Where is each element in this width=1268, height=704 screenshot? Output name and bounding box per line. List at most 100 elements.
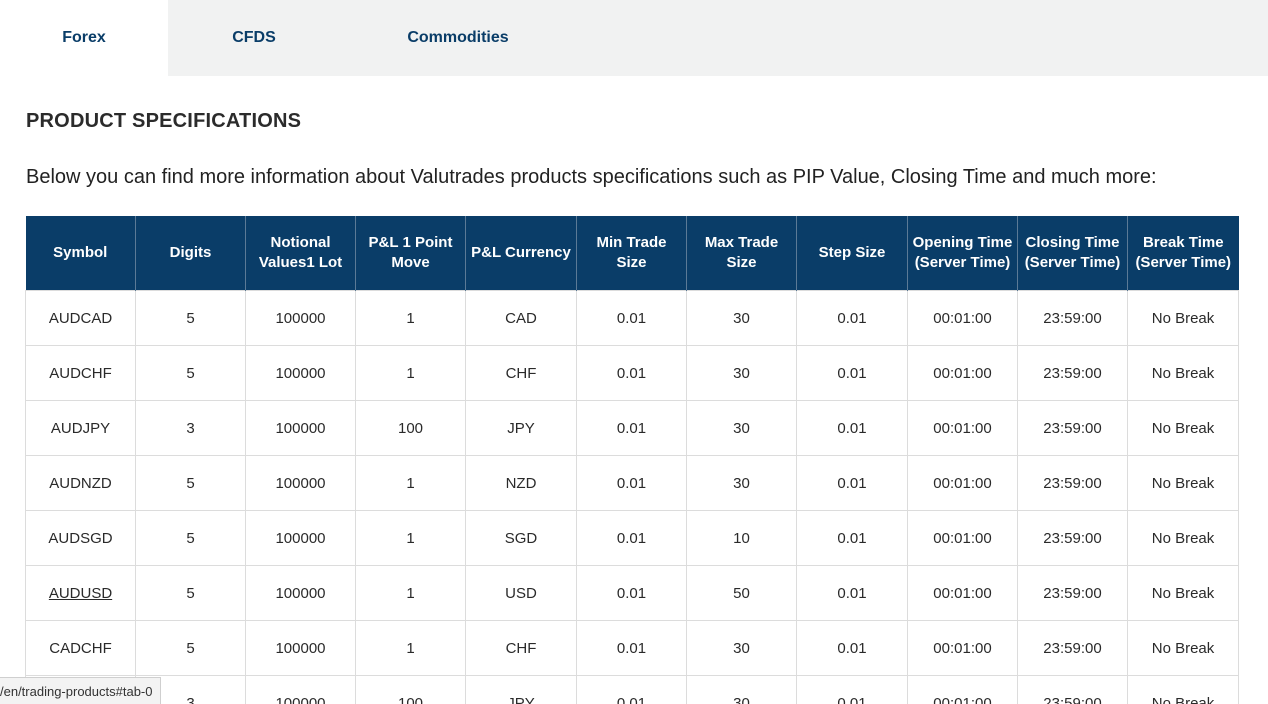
cell-opening-time: 00:01:00 bbox=[907, 400, 1018, 456]
cell-pl-currency: CHF bbox=[465, 345, 577, 401]
cell-notional-value: 100000 bbox=[245, 565, 356, 621]
product-tabs: Forex CFDS Commodities bbox=[0, 0, 1268, 76]
table-row: AUDUSD 5 100000 1 USD 0.01 50 0.01 00:01:00 23:59… bbox=[25, 565, 1239, 621]
header-step-size: Step Size bbox=[796, 216, 908, 291]
cell-closing-time: 23:59:00 bbox=[1017, 620, 1128, 676]
intro-text: Below you can find more information abou… bbox=[26, 166, 1157, 188]
cell-max-trade-size: 10 bbox=[686, 510, 797, 566]
header-digits: Digits bbox=[135, 216, 246, 291]
cell-min-trade-size: 0.01 bbox=[576, 455, 687, 511]
cell-notional-value: 100000 bbox=[245, 510, 356, 566]
cell-break-time: No Break bbox=[1127, 565, 1239, 621]
cell-digits: 5 bbox=[135, 510, 246, 566]
cell-symbol[interactable]: AUDNZD bbox=[25, 455, 136, 511]
cell-pl-currency: JPY bbox=[465, 675, 577, 704]
header-symbol: Symbol bbox=[25, 216, 136, 291]
cell-symbol[interactable]: AUDCAD bbox=[25, 290, 136, 346]
header-min-trade-size: Min Trade Size bbox=[576, 216, 687, 291]
cell-digits: 5 bbox=[135, 565, 246, 621]
cell-step-size: 0.01 bbox=[796, 565, 908, 621]
cell-opening-time: 00:01:00 bbox=[907, 675, 1018, 704]
cell-opening-time: 00:01:00 bbox=[907, 290, 1018, 346]
cell-min-trade-size: 0.01 bbox=[576, 290, 687, 346]
header-closing-time: Closing Time (Server Time) bbox=[1017, 216, 1128, 291]
cell-closing-time: 23:59:00 bbox=[1017, 675, 1128, 704]
cell-min-trade-size: 0.01 bbox=[576, 400, 687, 456]
page-title: PRODUCT SPECIFICATIONS bbox=[26, 110, 302, 132]
cell-min-trade-size: 0.01 bbox=[576, 345, 687, 401]
cell-pl-point-move: 1 bbox=[355, 565, 466, 621]
cell-closing-time: 23:59:00 bbox=[1017, 290, 1128, 346]
tab-forex[interactable]: Forex bbox=[0, 0, 168, 76]
table-row: AUDJPY 3 100000 100 JPY 0.01 30 0.01 00:01:00 23:… bbox=[25, 400, 1239, 456]
cell-closing-time: 23:59:00 bbox=[1017, 345, 1128, 401]
cell-pl-point-move: 100 bbox=[355, 400, 466, 456]
table-row: AUDCAD 5 100000 1 CAD 0.01 30 0.01 00:01:00 23:59… bbox=[25, 290, 1239, 346]
cell-break-time: No Break bbox=[1127, 675, 1239, 704]
cell-step-size: 0.01 bbox=[796, 290, 908, 346]
header-break-time: Break Time (Server Time) bbox=[1127, 216, 1239, 291]
cell-min-trade-size: 0.01 bbox=[576, 510, 687, 566]
cell-min-trade-size: 0.01 bbox=[576, 620, 687, 676]
cell-break-time: No Break bbox=[1127, 455, 1239, 511]
cell-pl-point-move: 1 bbox=[355, 620, 466, 676]
cell-opening-time: 00:01:00 bbox=[907, 510, 1018, 566]
cell-max-trade-size: 50 bbox=[686, 565, 797, 621]
cell-digits: 5 bbox=[135, 345, 246, 401]
cell-max-trade-size: 30 bbox=[686, 620, 797, 676]
tab-cfds[interactable]: CFDS bbox=[168, 0, 340, 76]
cell-digits: 5 bbox=[135, 455, 246, 511]
cell-closing-time: 23:59:00 bbox=[1017, 400, 1128, 456]
cell-pl-currency: CAD bbox=[465, 290, 577, 346]
cell-pl-point-move: 1 bbox=[355, 455, 466, 511]
cell-opening-time: 00:01:00 bbox=[907, 455, 1018, 511]
cell-pl-point-move: 100 bbox=[355, 675, 466, 704]
cell-step-size: 0.01 bbox=[796, 620, 908, 676]
cell-digits: 5 bbox=[135, 620, 246, 676]
status-bar-url: /en/trading-products#tab-0 bbox=[0, 677, 162, 704]
cell-pl-point-move: 1 bbox=[355, 290, 466, 346]
table-row: AUDCHF 5 100000 1 CHF 0.01 30 0.01 00:01:00 23:59… bbox=[25, 345, 1239, 401]
cell-break-time: No Break bbox=[1127, 620, 1239, 676]
cell-symbol[interactable]: AUDUSD bbox=[25, 565, 136, 621]
cell-min-trade-size: 0.01 bbox=[576, 675, 687, 704]
cell-pl-currency: JPY bbox=[465, 400, 577, 456]
cell-pl-currency: SGD bbox=[465, 510, 577, 566]
cell-min-trade-size: 0.01 bbox=[576, 565, 687, 621]
cell-notional-value: 100000 bbox=[245, 290, 356, 346]
cell-digits: 3 bbox=[135, 400, 246, 456]
cell-notional-value: 100000 bbox=[245, 400, 356, 456]
product-specifications-table: Symbol Digits Notional Values1 Lot P&L 1… bbox=[25, 216, 1239, 704]
header-notional-value: Notional Values1 Lot bbox=[245, 216, 356, 291]
cell-digits: 5 bbox=[135, 290, 246, 346]
cell-max-trade-size: 30 bbox=[686, 455, 797, 511]
header-pl-currency: P&L Currency bbox=[465, 216, 577, 291]
cell-notional-value: 100000 bbox=[245, 675, 356, 704]
table-body: AUDCAD 5 100000 1 CAD 0.01 30 0.01 00:01:00 23:59… bbox=[25, 290, 1239, 704]
cell-notional-value: 100000 bbox=[245, 620, 356, 676]
table-row: AUDNZD 5 100000 1 NZD 0.01 30 0.01 00:01:00 23:59… bbox=[25, 455, 1239, 511]
cell-pl-currency: CHF bbox=[465, 620, 577, 676]
cell-symbol[interactable]: CADCHF bbox=[25, 620, 136, 676]
cell-step-size: 0.01 bbox=[796, 400, 908, 456]
cell-break-time: No Break bbox=[1127, 510, 1239, 566]
cell-pl-point-move: 1 bbox=[355, 510, 466, 566]
cell-opening-time: 00:01:00 bbox=[907, 345, 1018, 401]
cell-opening-time: 00:01:00 bbox=[907, 565, 1018, 621]
cell-closing-time: 23:59:00 bbox=[1017, 510, 1128, 566]
cell-symbol[interactable]: AUDSGD bbox=[25, 510, 136, 566]
header-opening-time: Opening Time (Server Time) bbox=[907, 216, 1018, 291]
cell-break-time: No Break bbox=[1127, 345, 1239, 401]
tab-commodities[interactable]: Commodities bbox=[340, 0, 576, 76]
cell-step-size: 0.01 bbox=[796, 510, 908, 566]
cell-step-size: 0.01 bbox=[796, 455, 908, 511]
header-pl-point-move: P&L 1 Point Move bbox=[355, 216, 466, 291]
cell-symbol[interactable]: AUDCHF bbox=[25, 345, 136, 401]
cell-break-time: No Break bbox=[1127, 290, 1239, 346]
table-row: CADCHF 5 100000 1 CHF 0.01 30 0.01 00:01:00 23:59… bbox=[25, 620, 1239, 676]
cell-symbol[interactable]: AUDJPY bbox=[25, 400, 136, 456]
cell-step-size: 0.01 bbox=[796, 345, 908, 401]
table-header-row: Symbol Digits Notional Values1 Lot P&L 1… bbox=[25, 216, 1239, 291]
table-row: CADJPY3100000100JPY0.01300.0100:01:0023:… bbox=[25, 675, 1239, 704]
table-row: AUDSGD 5 100000 1 SGD 0.01 10 0.01 00:01:00 23:59… bbox=[25, 510, 1239, 566]
